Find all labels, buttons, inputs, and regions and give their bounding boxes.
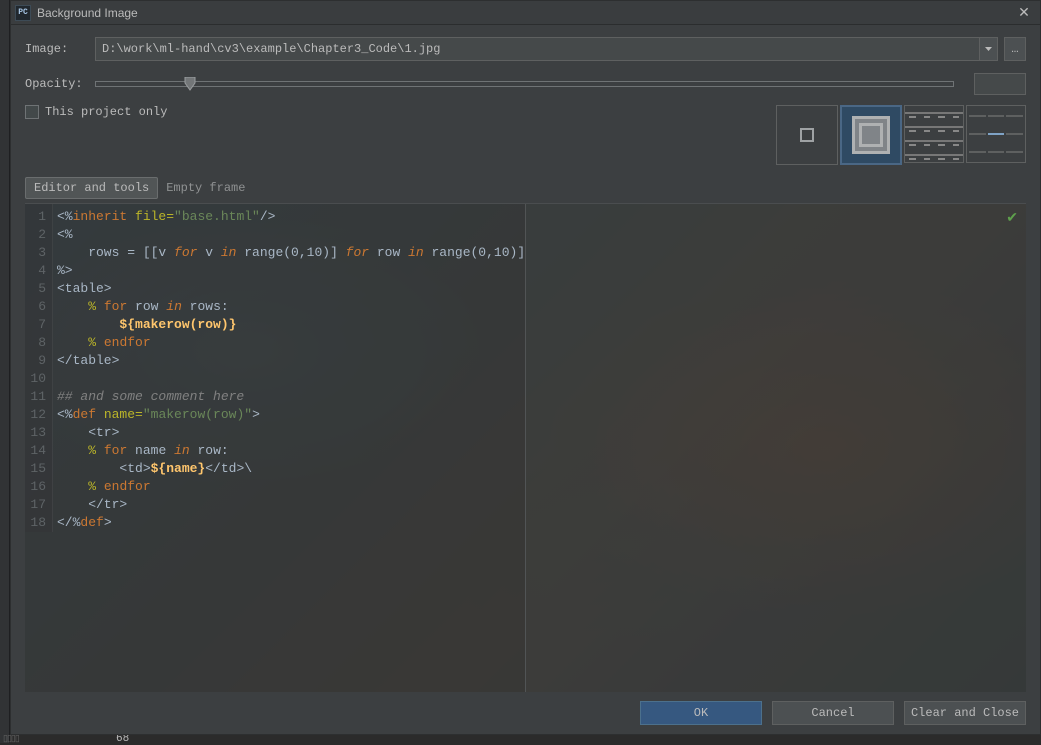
image-label: Image:	[25, 42, 95, 56]
close-icon[interactable]: ✕	[1012, 1, 1036, 25]
cancel-button[interactable]: Cancel	[772, 701, 894, 725]
placement-scale[interactable]	[840, 105, 902, 165]
project-only-checkbox[interactable]: This project only	[25, 105, 167, 119]
dialog-title: Background Image	[37, 6, 138, 20]
status-bar: ▯▯▯▯ 68	[0, 735, 1041, 743]
opacity-slider[interactable]	[95, 81, 954, 87]
opacity-value-input[interactable]	[975, 74, 1041, 94]
tab-editor-and-tools[interactable]: Editor and tools	[25, 177, 158, 199]
code-content: <%inherit file="base.html"/><% rows = [[…	[53, 204, 525, 532]
tile-cell-icon	[905, 112, 920, 114]
dialog-titlebar[interactable]: PC Background Image ✕	[11, 1, 1040, 25]
preview-tabs: Editor and tools Empty frame	[25, 177, 1026, 199]
line-number-gutter: 1 2 3 4 5 6 7 8 9 10 11 12 13 14 15 16 1…	[25, 204, 53, 532]
opacity-label: Opacity:	[25, 77, 95, 91]
clear-and-close-button[interactable]: Clear and Close	[904, 701, 1026, 725]
preview-editor-pane: 1 2 3 4 5 6 7 8 9 10 11 12 13 14 15 16 1…	[25, 204, 526, 692]
options-row: This project only	[25, 105, 1026, 165]
placement-anchor[interactable]	[966, 105, 1026, 163]
anchor-cell[interactable]	[969, 115, 986, 117]
ok-button[interactable]: OK	[640, 701, 762, 725]
image-path-input[interactable]	[96, 38, 979, 60]
image-input-wrap	[95, 37, 998, 61]
anchor-center-active[interactable]	[988, 133, 1005, 135]
tab-empty-frame[interactable]: Empty frame	[158, 178, 253, 198]
scale-rect-icon	[852, 116, 890, 154]
dialog-body: Image: … Opacity:	[11, 25, 1040, 692]
placement-plain[interactable]	[776, 105, 838, 165]
browse-button[interactable]: …	[1004, 37, 1026, 61]
editor-gutter-strip	[0, 0, 10, 743]
placement-tile[interactable]	[904, 105, 964, 163]
slider-thumb-icon[interactable]	[183, 77, 197, 91]
placement-thumbnails	[776, 105, 1026, 165]
checkbox-icon	[25, 105, 39, 119]
project-only-label: This project only	[45, 105, 167, 119]
inspection-ok-icon: ✔	[1006, 210, 1018, 227]
opacity-row: Opacity:	[25, 73, 1026, 95]
opacity-spinner	[974, 73, 1026, 95]
plain-rect-icon	[800, 128, 814, 142]
background-image-dialog: PC Background Image ✕ Image: … Opacity:	[10, 0, 1041, 735]
image-field-row: Image: …	[25, 37, 1026, 61]
dialog-footer: OK Cancel Clear and Close	[11, 692, 1040, 734]
image-dropdown-arrow-icon[interactable]	[979, 38, 997, 60]
app-icon: PC	[15, 5, 31, 21]
preview-tools-pane: ✔	[526, 204, 1026, 692]
preview-area: 1 2 3 4 5 6 7 8 9 10 11 12 13 14 15 16 1…	[25, 203, 1026, 692]
